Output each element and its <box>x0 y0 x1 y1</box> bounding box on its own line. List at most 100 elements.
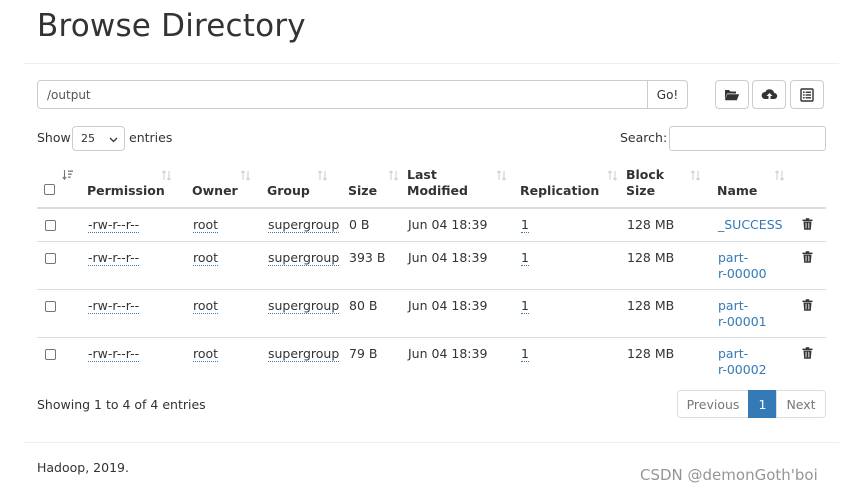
sort-both-icon <box>496 169 507 185</box>
column-header-group[interactable]: Group <box>267 160 348 209</box>
column-header-last-modified[interactable]: Last Modified <box>407 160 520 209</box>
header-owner-label: Owner <box>192 183 238 198</box>
show-label: Show <box>37 130 71 145</box>
table-row: -rw-r--r-- root supergroup 0 B Jun 04 18… <box>37 207 826 241</box>
row-checkbox[interactable] <box>45 252 56 264</box>
create-directory-button[interactable] <box>715 80 749 109</box>
header-name-label: Name <box>717 183 758 198</box>
header-group-label: Group <box>267 183 310 198</box>
header-size-label: Size <box>348 183 378 198</box>
column-header-size[interactable]: Size <box>348 160 407 209</box>
table-search-input[interactable] <box>669 126 826 151</box>
column-header-name[interactable]: Name <box>717 160 797 209</box>
size-cell: 393 B <box>349 249 386 265</box>
trash-icon[interactable] <box>802 250 813 267</box>
next-page-button[interactable]: Next <box>776 390 826 418</box>
permission-cell[interactable]: -rw-r--r-- <box>88 345 140 362</box>
header-permission-label: Permission <box>87 183 165 198</box>
block-size-cell: 128 MB <box>627 297 675 313</box>
row-checkbox[interactable] <box>45 220 56 231</box>
table-header-row: Permission Owner Group Size Last Modifie… <box>37 160 826 209</box>
file-name-link[interactable]: _SUCCESS <box>718 217 783 232</box>
file-table: Permission Owner Group Size Last Modifie… <box>37 160 826 385</box>
size-cell: 80 B <box>349 297 378 313</box>
sort-both-icon <box>240 169 251 185</box>
sort-ascending-icon[interactable] <box>62 169 74 185</box>
header-replication-label: Replication <box>520 183 600 198</box>
file-name-link[interactable]: part-r-00001 <box>718 298 780 330</box>
block-size-cell: 128 MB <box>627 217 675 232</box>
folder-open-icon <box>724 88 740 101</box>
replication-cell[interactable]: 1 <box>521 217 529 233</box>
size-cell: 79 B <box>349 345 378 361</box>
trash-icon[interactable] <box>802 218 813 234</box>
group-cell[interactable]: supergroup <box>268 345 340 362</box>
trash-icon[interactable] <box>802 346 813 363</box>
sort-both-icon <box>161 169 172 185</box>
modified-cell: Jun 04 18:39 <box>408 297 488 313</box>
replication-cell[interactable]: 1 <box>521 345 529 362</box>
footer-text: Hadoop, 2019. <box>37 460 129 475</box>
column-header-owner[interactable]: Owner <box>192 160 267 209</box>
group-cell[interactable]: supergroup <box>268 297 340 314</box>
replication-cell[interactable]: 1 <box>521 297 529 314</box>
entries-label: entries <box>129 130 173 145</box>
title-divider <box>24 63 839 64</box>
entries-select-value: 25 <box>81 132 95 145</box>
search-label: Search: <box>620 130 668 145</box>
table-info-text: Showing 1 to 4 of 4 entries <box>37 397 206 412</box>
table-row: -rw-r--r-- root supergroup 79 B Jun 04 1… <box>37 336 826 385</box>
group-cell[interactable]: supergroup <box>268 217 340 233</box>
watermark-text: CSDN @demonGoth'boi <box>640 466 818 484</box>
upload-files-button[interactable] <box>752 80 786 109</box>
modified-cell: Jun 04 18:39 <box>408 249 488 265</box>
page-1-button[interactable]: 1 <box>748 390 777 418</box>
header-block-size-label-line1: Block <box>626 167 665 182</box>
owner-cell[interactable]: root <box>193 297 219 314</box>
footer-divider <box>24 442 839 443</box>
replication-cell[interactable]: 1 <box>521 249 529 266</box>
go-button[interactable]: Go! <box>647 80 688 109</box>
file-name-line1: part- <box>718 345 749 361</box>
file-name-line2: r-00001 <box>718 313 767 329</box>
row-checkbox[interactable] <box>45 300 56 312</box>
select-all-checkbox[interactable] <box>44 184 55 195</box>
block-size-cell: 128 MB <box>627 249 675 265</box>
select-all-header <box>37 160 87 209</box>
header-last-modified-label-line1: Last <box>407 167 437 182</box>
sort-both-icon <box>690 169 701 185</box>
column-header-actions <box>797 160 826 209</box>
trash-icon[interactable] <box>802 298 813 315</box>
sort-both-icon <box>607 169 618 185</box>
file-name-link[interactable]: part-r-00000 <box>718 250 780 282</box>
permission-cell[interactable]: -rw-r--r-- <box>88 297 140 314</box>
file-name-line1: part- <box>718 297 749 313</box>
column-header-replication[interactable]: Replication <box>520 160 626 209</box>
group-cell[interactable]: supergroup <box>268 249 340 266</box>
modified-cell: Jun 04 18:39 <box>408 217 488 232</box>
owner-cell[interactable]: root <box>193 217 219 233</box>
page-title: Browse Directory <box>37 8 306 44</box>
column-header-block-size[interactable]: Block Size <box>626 160 717 209</box>
block-size-cell: 128 MB <box>627 345 675 361</box>
owner-cell[interactable]: root <box>193 345 219 362</box>
column-header-permission[interactable]: Permission <box>87 160 192 209</box>
cut-paste-button[interactable] <box>790 80 824 109</box>
table-row: -rw-r--r-- root supergroup 80 B Jun 04 1… <box>37 288 826 337</box>
list-alt-icon <box>800 87 814 102</box>
size-cell: 0 B <box>349 217 370 232</box>
file-name-line1: part- <box>718 249 749 265</box>
row-checkbox[interactable] <box>45 348 56 360</box>
sort-both-icon <box>317 169 328 185</box>
entries-per-page-select[interactable]: 25 <box>72 126 125 151</box>
sort-both-icon <box>388 169 399 185</box>
permission-cell[interactable]: -rw-r--r-- <box>88 249 140 266</box>
directory-path-input[interactable] <box>37 80 648 109</box>
file-name-line2: r-00002 <box>718 361 767 377</box>
sort-both-icon <box>774 169 785 185</box>
file-name-link[interactable]: part-r-00002 <box>718 346 780 378</box>
permission-cell[interactable]: -rw-r--r-- <box>88 217 140 233</box>
owner-cell[interactable]: root <box>193 249 219 266</box>
previous-page-button[interactable]: Previous <box>677 390 749 418</box>
cloud-upload-icon <box>761 88 778 102</box>
